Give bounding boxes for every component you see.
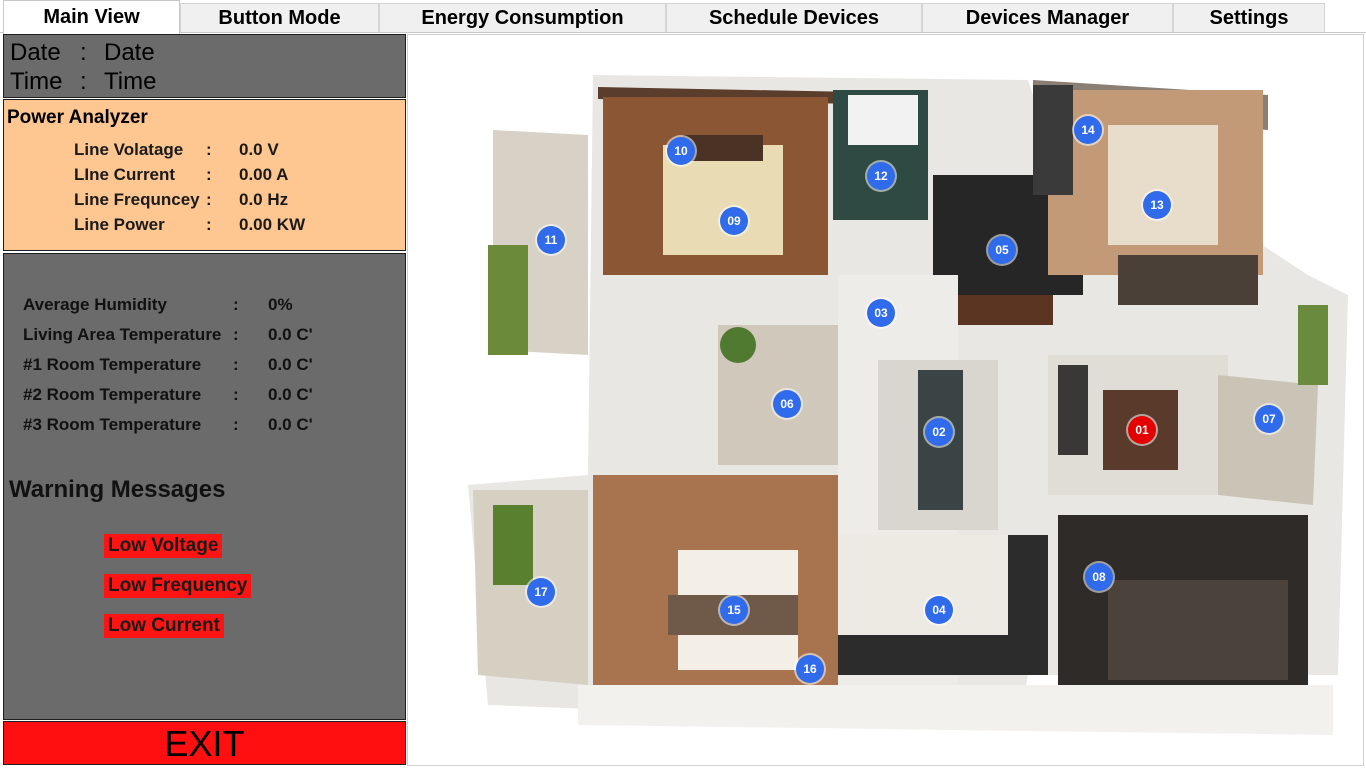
room1-temp-sep: : xyxy=(233,355,239,374)
tab-main-view[interactable]: Main View xyxy=(3,0,180,34)
device-marker-08[interactable]: 08 xyxy=(1085,563,1113,591)
time-separator: : xyxy=(80,68,87,95)
warning-low-current: Low Current xyxy=(104,614,224,638)
tab-bar: Main View Button Mode Energy Consumption… xyxy=(0,0,1366,34)
time-row: Time: Time xyxy=(10,68,156,96)
device-marker-02[interactable]: 02 xyxy=(925,418,953,446)
line-current-value: 0.00 A xyxy=(239,165,289,184)
tab-schedule-devices[interactable]: Schedule Devices xyxy=(666,3,922,32)
tab-energy-consumption[interactable]: Energy Consumption xyxy=(379,3,666,32)
line-power-row: Line Power: 0.00 KW xyxy=(74,215,305,235)
device-marker-09[interactable]: 09 xyxy=(720,207,748,235)
date-separator: : xyxy=(80,39,87,66)
room3-temp-row: #3 Room Temperature: 0.0 C' xyxy=(23,415,313,435)
room3-temp-sep: : xyxy=(233,415,239,434)
line-voltage-value: 0.0 V xyxy=(239,140,279,159)
device-marker-04[interactable]: 04 xyxy=(925,596,953,624)
line-voltage-label: Line Volatage xyxy=(74,140,184,159)
device-marker-10[interactable]: 10 xyxy=(667,137,695,165)
line-current-row: LIne Current: 0.00 A xyxy=(74,165,288,185)
line-frequency-sep: : xyxy=(206,190,212,209)
device-marker-16[interactable]: 16 xyxy=(796,655,824,683)
average-humidity-label: Average Humidity xyxy=(23,295,167,314)
device-marker-05[interactable]: 05 xyxy=(988,236,1016,264)
line-power-label: Line Power xyxy=(74,215,165,234)
room1-temp-label: #1 Room Temperature xyxy=(23,355,202,374)
exit-button[interactable]: EXIT xyxy=(3,721,406,765)
floor-plan-view: 01 02 03 04 05 06 07 08 09 10 11 12 13 1… xyxy=(407,34,1364,766)
warning-low-frequency: Low Frequency xyxy=(104,574,252,598)
date-value: Date xyxy=(104,39,155,66)
room3-temp-label: #3 Room Temperature xyxy=(23,415,202,434)
line-voltage-sep: : xyxy=(206,140,212,159)
tab-divider xyxy=(0,32,1366,33)
tab-settings[interactable]: Settings xyxy=(1173,3,1325,32)
datetime-panel: Date: Date Time: Time xyxy=(3,34,406,98)
device-marker-13[interactable]: 13 xyxy=(1143,191,1171,219)
tab-devices-manager[interactable]: Devices Manager xyxy=(922,3,1173,32)
line-frequency-label: Line Frequncey xyxy=(74,190,200,209)
line-current-sep: : xyxy=(206,165,212,184)
line-power-sep: : xyxy=(206,215,212,234)
device-marker-14[interactable]: 14 xyxy=(1074,116,1102,144)
tab-button-mode[interactable]: Button Mode xyxy=(180,3,379,32)
living-area-temp-label: Living Area Temperature xyxy=(23,325,222,344)
device-marker-07[interactable]: 07 xyxy=(1255,405,1283,433)
room2-temp-label: #2 Room Temperature xyxy=(23,385,202,404)
device-marker-12[interactable]: 12 xyxy=(867,162,895,190)
room2-temp-value: 0.0 C' xyxy=(268,385,313,404)
warning-messages-title: Warning Messages xyxy=(9,476,226,503)
device-marker-15[interactable]: 15 xyxy=(720,596,748,624)
power-analyzer-title: Power Analyzer xyxy=(7,107,148,128)
time-label: Time xyxy=(10,68,63,95)
living-area-temp-row: Living Area Temperature: 0.0 C' xyxy=(23,325,313,345)
line-current-label: LIne Current xyxy=(74,165,176,184)
average-humidity-row: Average Humidity: 0% xyxy=(23,295,293,315)
warning-low-voltage: Low Voltage xyxy=(104,534,223,558)
room1-temp-row: #1 Room Temperature: 0.0 C' xyxy=(23,355,313,375)
living-area-temp-value: 0.0 C' xyxy=(268,325,313,344)
device-marker-11[interactable]: 11 xyxy=(537,226,565,254)
living-area-temp-sep: : xyxy=(233,325,239,344)
time-value: Time xyxy=(104,68,157,95)
date-label: Date xyxy=(10,39,61,66)
sensors-panel: Average Humidity: 0% Living Area Temperat… xyxy=(3,253,406,720)
room3-temp-value: 0.0 C' xyxy=(268,415,313,434)
line-frequency-value: 0.0 Hz xyxy=(239,190,289,209)
device-marker-01[interactable]: 01 xyxy=(1128,416,1156,444)
room2-temp-sep: : xyxy=(233,385,239,404)
device-marker-06[interactable]: 06 xyxy=(773,390,801,418)
line-power-value: 0.00 KW xyxy=(239,215,306,234)
room2-temp-row: #2 Room Temperature: 0.0 C' xyxy=(23,385,313,405)
line-voltage-row: Line Volatage: 0.0 V xyxy=(74,140,279,160)
average-humidity-value: 0% xyxy=(268,295,293,314)
power-analyzer-panel: Power Analyzer Line Volatage: 0.0 V LIne … xyxy=(3,99,406,251)
average-humidity-sep: : xyxy=(233,295,239,314)
date-row: Date: Date xyxy=(10,39,155,67)
line-frequency-row: Line Frequncey: 0.0 Hz xyxy=(74,190,288,210)
device-marker-17[interactable]: 17 xyxy=(527,578,555,606)
floor-plan-image xyxy=(468,75,1348,735)
device-marker-03[interactable]: 03 xyxy=(867,299,895,327)
room1-temp-value: 0.0 C' xyxy=(268,355,313,374)
